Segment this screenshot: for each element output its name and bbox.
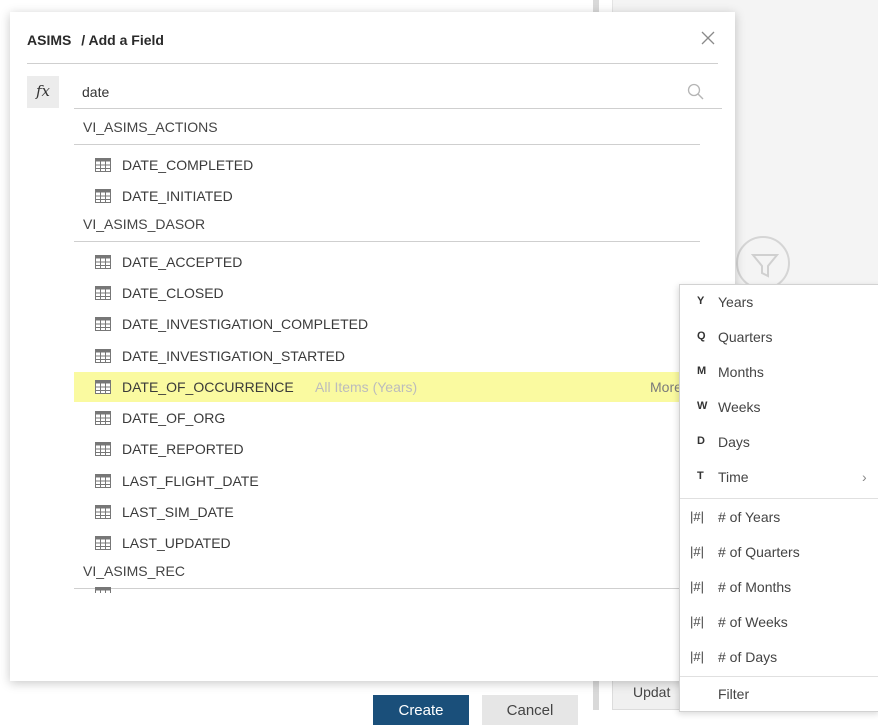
group-header: VI_ASIMS_ACTIONS	[83, 119, 218, 135]
menu-item-time[interactable]: T Time ›	[680, 460, 878, 495]
more-link[interactable]: More	[650, 379, 682, 395]
table-icon	[95, 379, 111, 394]
menu-item-label: # of Years	[718, 509, 781, 525]
field-name: DATE_REPORTED	[122, 441, 244, 458]
field-row[interactable]: DATE_CLOSED	[74, 278, 714, 308]
field-name: LAST_SIM_DATE	[122, 504, 234, 520]
field-row[interactable]: DATE_INVESTIGATION_COMPLETED	[74, 309, 714, 339]
field-row[interactable]: DATE_COMPLETED	[74, 150, 714, 180]
table-icon	[95, 254, 111, 269]
field-row[interactable]: LAST_FLIGHT_DATE	[74, 466, 714, 496]
search-icon[interactable]	[686, 82, 706, 102]
field-row[interactable]	[74, 586, 714, 593]
add-field-dialog: ASIMS / Add a Field fx Create Cancel VI_…	[10, 12, 735, 725]
table-icon	[95, 158, 111, 172]
table-icon	[95, 189, 111, 204]
field-name: DATE_ACCEPTED	[122, 253, 243, 270]
menu-item-label: Time	[718, 469, 749, 485]
menu-item-quarters[interactable]: Q Quarters	[680, 320, 878, 355]
menu-item-shortcut: W	[697, 400, 708, 412]
create-button[interactable]: Create	[373, 695, 469, 725]
field-name: DATE_COMPLETED	[122, 157, 254, 173]
search-input[interactable]	[74, 80, 670, 104]
count-icon: |#|	[690, 509, 704, 524]
field-name: DATE_CLOSED	[122, 284, 224, 301]
menu-item-days[interactable]: D Days	[680, 425, 878, 460]
table-icon	[95, 586, 111, 593]
menu-item-weeks[interactable]: W Weeks	[680, 390, 878, 425]
header-divider	[27, 63, 718, 64]
dialog-title-page: / Add a Field	[81, 32, 164, 48]
table-icon	[95, 442, 111, 457]
field-row[interactable]: LAST_SIM_DATE	[74, 497, 714, 527]
menu-item-count[interactable]: |#| # of Months	[680, 570, 878, 605]
table-icon	[95, 473, 111, 488]
count-icon: |#|	[690, 614, 704, 629]
field-name: LAST_UPDATED	[122, 535, 231, 552]
table-icon	[95, 348, 111, 363]
field-name: DATE_OF_ORG	[122, 410, 226, 427]
table-icon	[95, 505, 111, 519]
menu-item-months[interactable]: M Months	[680, 355, 878, 390]
count-icon: |#|	[690, 544, 704, 559]
menu-item-shortcut: T	[697, 470, 704, 482]
field-row[interactable]: DATE_OF_ORG	[74, 403, 714, 433]
group-divider	[74, 240, 700, 242]
group-divider	[74, 144, 700, 145]
chevron-right-icon: ›	[862, 469, 867, 485]
menu-item-shortcut: Q	[697, 330, 706, 342]
menu-item-label: Quarters	[718, 329, 773, 345]
field-row[interactable]: DATE_ACCEPTED	[74, 247, 714, 277]
field-row[interactable]: DATE_OF_OCCURRENCE All Items (Years) More	[74, 371, 714, 402]
count-icon: |#|	[690, 579, 704, 594]
menu-item-filter[interactable]: Filter	[680, 677, 878, 712]
menu-item-label: Filter	[718, 686, 750, 702]
count-icon: |#|	[690, 649, 704, 664]
menu-item-count[interactable]: |#| # of Quarters	[680, 535, 878, 570]
dialog-title-app: ASIMS	[27, 32, 72, 48]
menu-item-label: # of Days	[718, 649, 778, 665]
formula-button[interactable]: fx	[27, 76, 59, 108]
field-name: DATE_INVESTIGATION_STARTED	[122, 347, 346, 364]
table-icon	[95, 411, 111, 426]
date-part-menu: Y Years Q Quarters M Months W Weeks D Days T Time › |…	[679, 284, 878, 712]
menu-item-label: Weeks	[718, 399, 761, 415]
table-icon	[95, 285, 111, 300]
menu-item-count[interactable]: |#| # of Weeks	[680, 605, 878, 640]
menu-item-label: # of Quarters	[718, 544, 800, 560]
menu-item-label: # of Weeks	[718, 614, 788, 630]
field-name: LAST_FLIGHT_DATE	[122, 472, 259, 489]
field-aggregation-label: All Items (Years)	[315, 378, 418, 395]
menu-item-label: Days	[718, 434, 750, 450]
field-row[interactable]: DATE_INITIATED	[74, 181, 714, 211]
menu-item-label: # of Months	[718, 579, 792, 595]
table-icon	[95, 317, 111, 332]
menu-item-shortcut: Y	[697, 295, 705, 307]
field-row[interactable]: DATE_REPORTED	[74, 434, 714, 464]
menu-item-shortcut: D	[697, 435, 705, 447]
group-header: VI_ASIMS_DASOR	[83, 215, 206, 232]
field-name: DATE_OF_OCCURRENCE	[122, 378, 294, 395]
menu-divider	[680, 498, 878, 499]
menu-item-shortcut: M	[697, 365, 707, 377]
field-name: DATE_INVESTIGATION_COMPLETED	[122, 316, 369, 333]
close-icon[interactable]	[698, 28, 718, 48]
cancel-button[interactable]: Cancel	[482, 695, 578, 725]
group-header: VI_ASIMS_REC	[83, 562, 185, 579]
search-divider	[74, 108, 722, 109]
filter-funnel-icon[interactable]	[736, 236, 790, 290]
field-row[interactable]: DATE_INVESTIGATION_STARTED	[74, 341, 714, 371]
menu-item-count[interactable]: |#| # of Years	[680, 500, 878, 535]
menu-item-years[interactable]: Y Years	[680, 285, 878, 320]
table-icon	[95, 536, 111, 551]
dialog-title: ASIMS / Add a Field	[27, 32, 164, 48]
menu-item-label: Years	[718, 294, 754, 310]
field-name: DATE_INITIATED	[122, 188, 233, 205]
menu-item-label: Months	[718, 364, 764, 380]
field-row[interactable]: LAST_UPDATED	[74, 528, 714, 558]
menu-item-count[interactable]: |#| # of Days	[680, 640, 878, 675]
